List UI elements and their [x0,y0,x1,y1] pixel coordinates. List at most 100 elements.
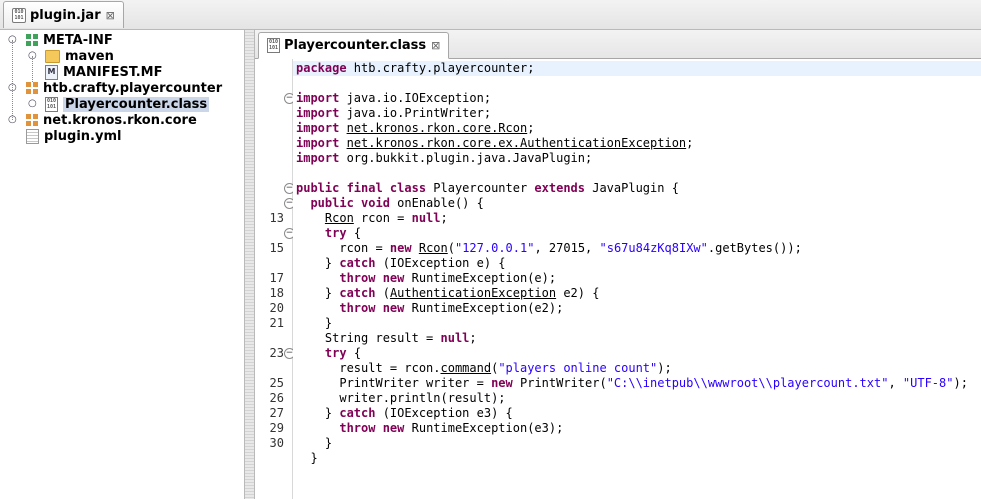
code-token: } [296,451,318,465]
editor-tab-strip: 010 101 Playercounter.class ⊠ [255,30,981,59]
collapse-icon[interactable]: ○ [8,83,18,93]
line-number: 26 [269,391,284,405]
unresolved-token: net.kronos.rkon.core.ex.AuthenticationEx… [346,136,687,150]
keyword-token: package [296,61,347,75]
expand-icon[interactable]: ○ [8,115,18,125]
unresolved-token: command [440,361,492,375]
code-line[interactable]: PrintWriter writer = new PrintWriter("C:… [293,376,981,391]
code-line[interactable] [293,166,981,181]
unresolved-token: Rcon [418,241,448,255]
code-line[interactable]: import org.bukkit.plugin.java.JavaPlugin… [293,151,981,166]
tab-plugin-jar[interactable]: 010 101 plugin.jar ⊠ [3,1,124,28]
tab-label: plugin.jar [30,7,101,23]
code-line[interactable]: result = rcon.command("players online co… [293,361,981,376]
tree-item-label: net.kronos.rkon.core [43,112,197,128]
code-line[interactable]: throw new RuntimeException(e); [293,271,981,286]
tree-item-meta-inf[interactable]: META-INF [26,32,113,48]
string-token: "C:\\inetpub\\wwwroot\\playercount.txt" [606,376,889,390]
code-token: String result = [296,331,441,345]
code-line[interactable]: String result = null; [293,331,981,346]
code-token: RuntimeException(e); [404,271,557,285]
collapse-icon[interactable]: ○ [8,35,18,45]
tab-playercounter-class[interactable]: 010 101 Playercounter.class ⊠ [258,32,450,59]
code-editor[interactable]: package htb.crafty.playercounter; import … [293,59,981,499]
code-token: RuntimeException(e2); [404,301,564,315]
tree-item-net-kronos-rkon-core[interactable]: net.kronos.rkon.core [26,112,197,128]
line-number: 13 [269,211,284,225]
code-line[interactable]: import net.kronos.rkon.core.ex.Authentic… [293,136,981,151]
close-icon[interactable]: ⊠ [106,9,115,22]
expand-icon[interactable]: ○ [28,51,38,61]
line-number: 18 [269,286,284,300]
text-file-icon [26,128,39,144]
keyword-token: new [389,241,412,255]
tree-connector [12,40,13,120]
manifest-icon: M [45,64,58,80]
code-token: writer.println(result); [296,391,506,405]
expand-icon[interactable]: ○ [28,99,38,109]
code-line[interactable]: } catch (AuthenticationException e2) { [293,286,981,301]
code-token: ); [953,376,968,390]
code-token: Playercounter [426,181,535,195]
code-line[interactable]: } [293,436,981,451]
code-line[interactable]: import java.io.IOException; [293,91,981,106]
tree-item-label: htb.crafty.playercounter [43,80,223,96]
tree-item-label: plugin.yml [44,128,122,144]
folder-icon [45,49,60,63]
code-line[interactable]: package htb.crafty.playercounter; [293,61,981,76]
keyword-token: null [440,331,470,345]
line-number: 27 [269,406,284,420]
keyword-token: import [296,106,340,120]
tree-item-manifest[interactable]: M MANIFEST.MF [45,64,163,80]
code-line[interactable]: } [293,451,981,466]
package-icon [26,34,38,46]
code-line[interactable]: } catch (IOException e) { [293,256,981,271]
code-line[interactable]: public void onEnable() { [293,196,981,211]
code-line[interactable]: Rcon rcon = null; [293,211,981,226]
code-token: ; [527,121,535,135]
tab-label: Playercounter.class [284,38,427,53]
tree-item-maven[interactable]: maven [45,48,114,64]
string-token: "UTF-8" [902,376,954,390]
code-line[interactable]: try { [293,346,981,361]
code-line[interactable]: } catch (IOException e3) { [293,406,981,421]
code-token: ); [657,361,672,375]
keyword-token: import [296,91,340,105]
code-line[interactable]: import java.io.PrintWriter; [293,106,981,121]
tree-item-playercounter-class[interactable]: 010 101 Playercounter.class [45,96,210,112]
code-line[interactable]: throw new RuntimeException(e3); [293,421,981,436]
code-token: } [296,436,333,450]
tree-item-label: Playercounter.class [63,96,210,112]
code-line[interactable]: rcon = new Rcon("127.0.0.1", 27015, "s67… [293,241,981,256]
code-line[interactable]: writer.println(result); [293,391,981,406]
top-tab-strip: 010 101 plugin.jar ⊠ [0,0,981,30]
code-token: result = rcon. [296,361,441,375]
code-line[interactable]: throw new RuntimeException(e2); [293,301,981,316]
line-number: 21 [269,316,284,330]
code-line[interactable]: public final class Playercounter extends… [293,181,981,196]
keyword-token: import [296,121,340,135]
code-line[interactable]: import net.kronos.rkon.core.Rcon; [293,121,981,136]
code-line[interactable]: try { [293,226,981,241]
close-icon[interactable]: ⊠ [431,39,440,52]
unresolved-token: AuthenticationException [389,286,557,300]
line-number-gutter: − − −13−15 17 18 20 21 23−25 26 27 29 30 [255,59,295,499]
code-line[interactable] [293,76,981,91]
code-token: } [296,286,340,300]
code-token: RuntimeException(e3); [404,421,564,435]
code-token: (IOException e3) { [375,406,513,420]
code-token: onEnable() { [389,196,484,210]
tree-item-htb-crafty-playercounter[interactable]: htb.crafty.playercounter [26,80,222,96]
code-line[interactable]: } [293,316,981,331]
tree-item-plugin-yml[interactable]: plugin.yml [26,128,121,144]
tree-item-label: META-INF [43,32,113,48]
code-token: .getBytes()); [707,241,802,255]
code-token: java.io.PrintWriter; [339,106,492,120]
code-token: java.io.IOException; [339,91,492,105]
